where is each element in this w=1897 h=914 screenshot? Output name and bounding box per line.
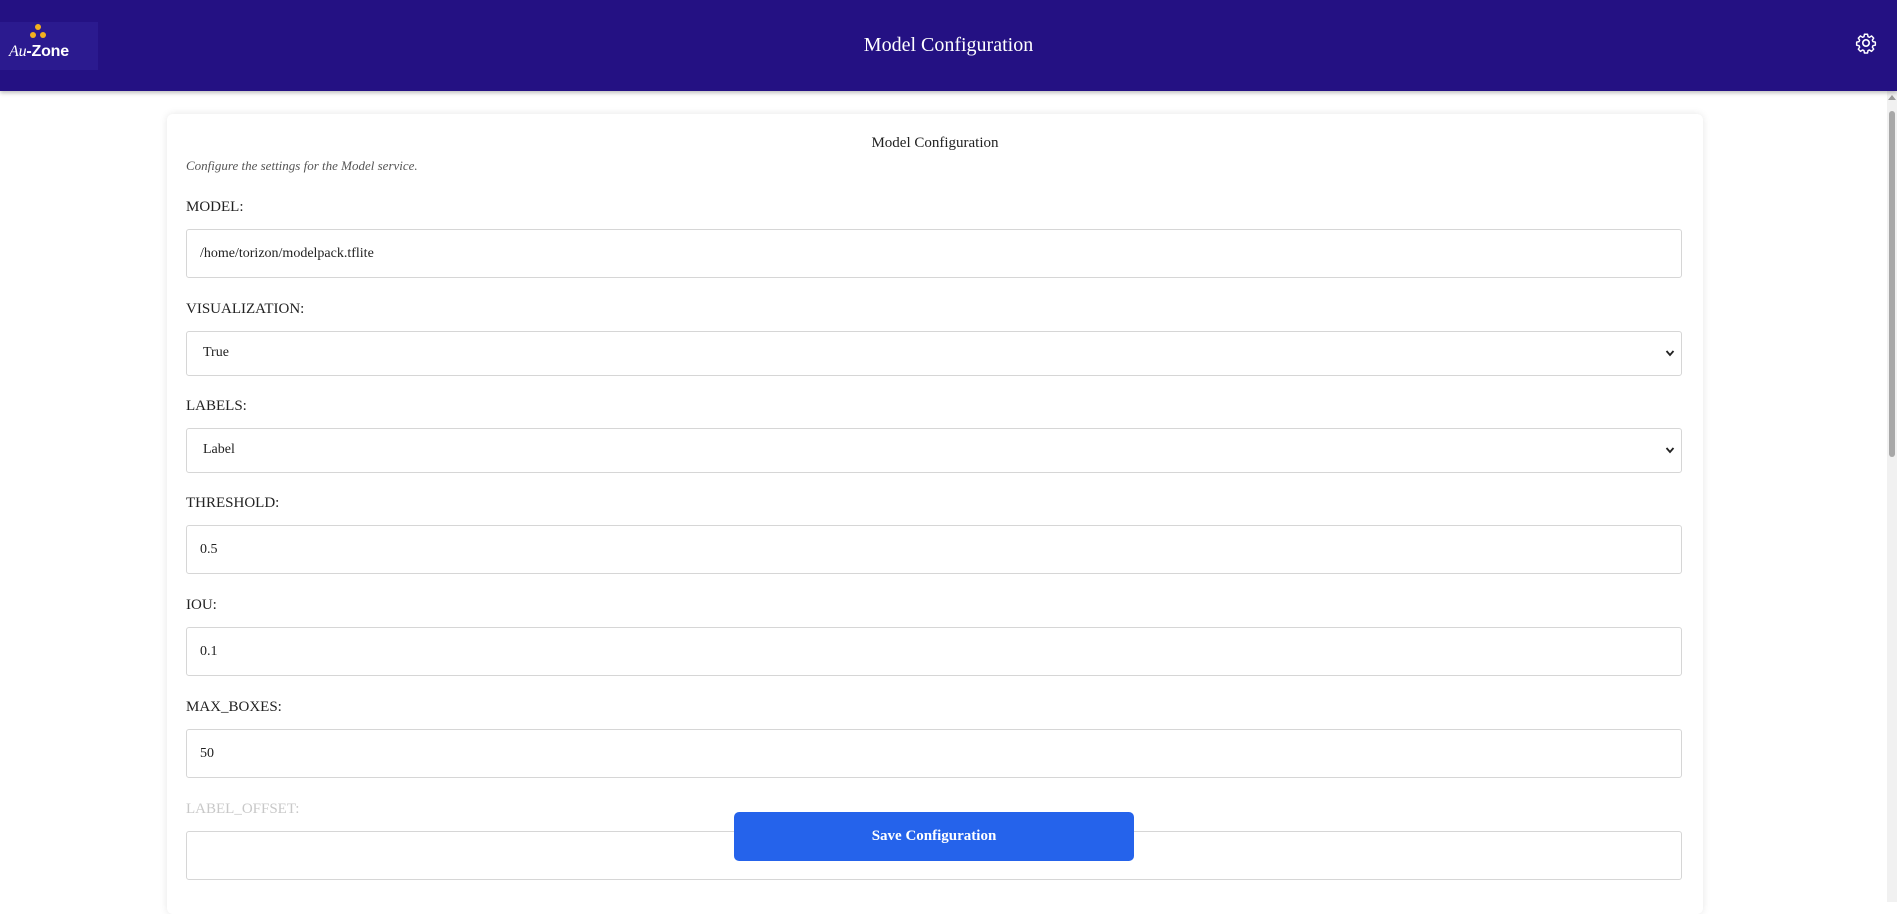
gear-icon[interactable] <box>1855 32 1877 54</box>
threshold-input[interactable] <box>186 525 1682 574</box>
threshold-label: THRESHOLD: <box>186 495 280 511</box>
iou-label: IOU: <box>186 597 217 613</box>
chevron-down-icon <box>1665 350 1675 357</box>
scrollbar-thumb[interactable] <box>1889 111 1895 457</box>
visualization-selected-value: True <box>203 345 229 360</box>
labels-select[interactable]: Label <box>186 428 1682 473</box>
iou-input[interactable] <box>186 627 1682 676</box>
save-configuration-button[interactable]: Save Configuration <box>734 812 1134 861</box>
top-bar: Au-Zone Model Configuration <box>0 0 1897 91</box>
model-label: MODEL: <box>186 199 244 215</box>
max-boxes-input[interactable] <box>186 729 1682 778</box>
chevron-down-icon <box>1665 447 1675 454</box>
page-scrollbar[interactable] <box>1887 91 1897 902</box>
card-title: Model Configuration <box>871 135 999 151</box>
model-config-card: Model Configuration Configure the settin… <box>167 114 1703 914</box>
header-title: Model Configuration <box>863 34 1034 56</box>
visualization-select[interactable]: True <box>186 331 1682 376</box>
labels-selected-value: Label <box>203 442 235 457</box>
label-offset-label: LABEL_OFFSET: <box>186 801 300 817</box>
labels-label: LABELS: <box>186 398 247 414</box>
scroll-up-arrow-icon[interactable] <box>1888 95 1896 100</box>
model-input[interactable] <box>186 229 1682 278</box>
max-boxes-label: MAX_BOXES: <box>186 699 282 715</box>
visualization-label: VISUALIZATION: <box>186 301 305 317</box>
card-description: Configure the settings for the Model ser… <box>186 158 418 173</box>
